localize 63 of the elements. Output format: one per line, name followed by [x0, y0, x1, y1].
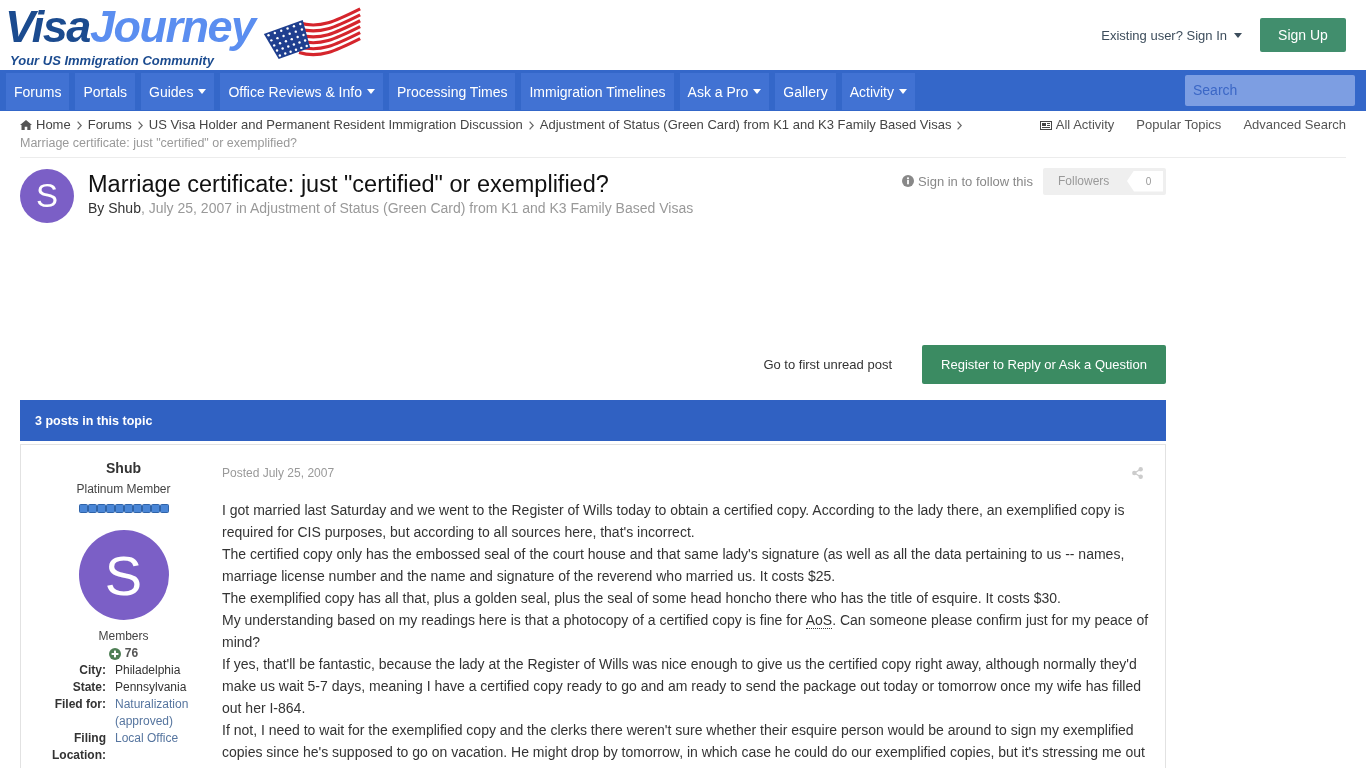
nav-menu-item[interactable]: Portals: [75, 73, 136, 110]
post-paragraph: The certified copy only has the embossed seal of the court house and that same lady's signature (as well as all the data pertaining to us -- names, marriage license number and the name and signature of the reverend who married us. It costs $25.: [222, 545, 1126, 586]
user-avatar[interactable]: S: [20, 169, 74, 223]
logo-tagline: Your US Immigration Community: [9, 53, 216, 68]
post-paragraph: If not, I need to wait for the exemplified copy and the clerks there weren't sure whether their esquire person would be around to sign my exemplified copies since he's supposed to go on vacation. He might drop by tomorrow, in which case he could do our exemplified copies, but it's stressing me out: [222, 721, 1146, 762]
breadcrumb-link[interactable]: Home: [20, 117, 71, 133]
topic-byline: By Shub, July 25, 2007 in Adjustment of Status (Green Card) from K1 and K3 Family Based Visas: [88, 199, 694, 217]
nav-menu-item[interactable]: Gallery: [775, 73, 836, 110]
followers-count: 0: [1127, 170, 1163, 192]
search-field[interactable]: Search: [1185, 74, 1355, 106]
breadcrumb-link[interactable]: Forums: [87, 117, 132, 133]
breadcrumb-link[interactable]: Adjustment of Status (Green Card) from K1 and K3 Family Based Visas: [539, 117, 952, 133]
post-paragraph: My understanding based on my readings here is that a photocopy of a certified copy is fine for AoS. Can someone please confirm just for my peace of mind?: [222, 611, 1150, 652]
register-reply-button[interactable]: Register to Reply or Ask a Question: [922, 345, 1166, 384]
nav-menu-item[interactable]: Office Reviews & Info: [220, 73, 383, 110]
nav-menu-item[interactable]: Ask a Pro: [679, 73, 770, 110]
flag-icon: [262, 5, 363, 61]
chevron-right-icon: [137, 120, 143, 130]
post-paragraph: I got married last Saturday and we went to the Register of Wills today to obtain a certified copy. According to the lady there, an exemplified copy is required for CIS purposes, but according to all sources here, that's incorrect.: [222, 501, 1126, 542]
quick-link[interactable]: All Activity: [1039, 117, 1115, 133]
post-paragraph: The exemplified copy has all that, plus a golden seal, plus the seal of some head honcho there who has the title of esquire. It costs $30.: [222, 589, 1062, 608]
sign-up-button[interactable]: Sign Up: [1260, 18, 1346, 52]
author-link[interactable]: Shub: [108, 200, 141, 216]
follow-link[interactable]: Sign in to follow this: [902, 173, 1033, 189]
member-rank: Platinum Member: [76, 481, 171, 497]
info-icon: [902, 175, 915, 187]
profile-field-label: Filing Location:: [51, 730, 106, 764]
profile-field-label: State:: [71, 679, 106, 696]
breadcrumb-link[interactable]: US Visa Holder and Permanent Resident Immigration Discussion: [148, 117, 523, 133]
quick-link[interactable]: Popular Topics: [1136, 117, 1222, 133]
nav-menu-item[interactable]: Processing Times: [388, 73, 516, 110]
profile-field-link[interactable]: Local Office: [115, 730, 216, 764]
share-icon[interactable]: [1132, 467, 1143, 479]
forum-link[interactable]: Adjustment of Status (Green Card) from K1 and K3 Family Based Visas: [249, 200, 694, 216]
followers-button[interactable]: Followers 0: [1043, 167, 1166, 195]
user-avatar[interactable]: S: [78, 530, 169, 620]
profile-field-link[interactable]: Naturalization (approved): [115, 696, 216, 730]
breadcrumb-current: Marriage certificate: just "certified" or exemplified?: [20, 135, 298, 151]
author-name[interactable]: Shub: [106, 459, 141, 477]
sign-in-link[interactable]: Existing user? Sign In: [1101, 27, 1242, 43]
posts-count-label: 3 posts in this topic: [35, 413, 153, 428]
post-paragraph: If yes, that'll be fantastic, because the lady at the Register of Wills was nice enough to give us the certified copy right away, although normally they'd make us wait 5-7 days, meaning I have a certified copy ready to go and am ready to send the package out today or tomorrow once my wife has filled out her I-864.: [222, 655, 1143, 718]
profile-field-label: City:: [78, 662, 106, 679]
reputation-count: 76: [124, 645, 139, 662]
logo-wordmark[interactable]: VisaJourney: [5, 1, 263, 53]
chevron-right-icon: [957, 120, 963, 130]
chevron-right-icon: [76, 120, 82, 130]
nav-menu-item[interactable]: Guides: [141, 73, 215, 110]
nav-menu-item[interactable]: Immigration Timelines: [521, 73, 674, 110]
plus-circle-icon: [108, 647, 121, 660]
topic-title: Marriage certificate: just "certified" or exemplified?: [88, 170, 610, 199]
first-unread-link[interactable]: Go to first unread post: [763, 357, 892, 372]
nav-menu-item[interactable]: Activity: [841, 73, 915, 110]
profile-field-label: Filed for:: [53, 696, 106, 713]
member-group: Members: [98, 628, 149, 645]
profile-field-value: Philadelphia: [115, 662, 182, 679]
chevron-right-icon: [528, 120, 534, 130]
post-date: Posted July 25, 2007: [222, 465, 335, 481]
nav-menu-item[interactable]: Forums: [6, 73, 70, 110]
rank-pips-icon: [78, 504, 169, 513]
caret-icon: [1234, 32, 1242, 38]
quick-link[interactable]: Advanced Search: [1243, 117, 1346, 133]
profile-field-value: Pennsylvania: [115, 679, 188, 696]
